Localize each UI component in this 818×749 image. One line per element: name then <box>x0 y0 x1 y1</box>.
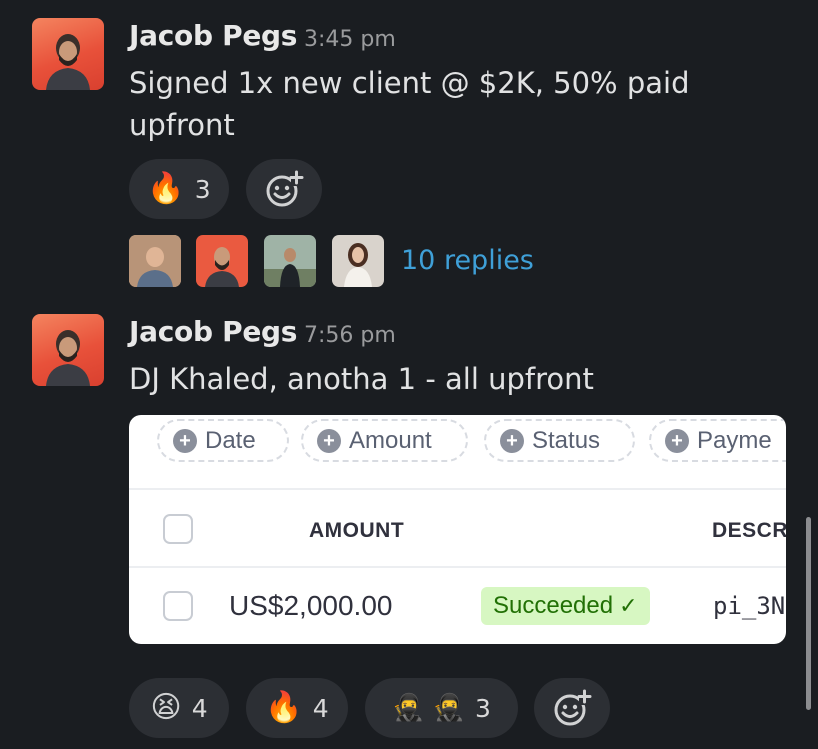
filter-chip-date: + Date <box>157 419 289 462</box>
filter-chip-status: + Status <box>484 419 635 462</box>
message-text-line: Signed 1x new client @ $2K, 50% paid <box>129 66 690 100</box>
column-header-amount: AMOUNT <box>309 519 405 542</box>
thread-participant-avatar <box>332 235 384 287</box>
divider <box>129 566 786 568</box>
add-reaction-icon <box>554 689 592 726</box>
scrollbar[interactable] <box>806 517 811 710</box>
payment-amount: US$2,000.00 <box>229 590 393 621</box>
filter-chip-label: Date <box>205 426 256 454</box>
reaction-fire[interactable]: 🔥 4 <box>246 678 348 738</box>
message-text-line: upfront <box>129 108 235 142</box>
fire-emoji-icon: 🔥 <box>147 171 185 206</box>
author-avatar[interactable] <box>32 314 104 386</box>
thread-participant-avatar <box>196 235 248 287</box>
divider <box>129 488 786 490</box>
message-timestamp[interactable]: 7:56 pm <box>304 323 396 348</box>
payment-description: pi_3N <box>713 592 786 620</box>
check-icon: ✓ <box>619 593 638 618</box>
thread-participant-avatar <box>129 235 181 287</box>
add-reaction-icon <box>266 170 304 207</box>
ninja-emoji-icon: 🥷 🥷 <box>392 693 466 723</box>
fire-emoji-icon: 🔥 <box>265 690 303 725</box>
plus-circle-icon: + <box>500 428 524 453</box>
reaction-count: 3 <box>194 174 211 204</box>
author-avatar[interactable] <box>32 18 104 90</box>
reaction-count: 4 <box>191 693 208 723</box>
reaction-tired-face[interactable]: 😫 4 <box>129 678 229 738</box>
add-reaction-button[interactable] <box>246 159 322 219</box>
thread-replies-link[interactable]: 10 replies <box>401 245 534 276</box>
filter-chip-label: Status <box>532 426 601 454</box>
filter-chip-amount: + Amount <box>301 419 468 462</box>
author-name[interactable]: Jacob Pegs <box>129 19 297 52</box>
filter-chip-label: Payme <box>697 426 772 454</box>
row-checkbox <box>163 591 193 621</box>
message-text: DJ Khaled, anotha 1 - all upfront <box>129 362 594 396</box>
status-badge: Succeeded ✓ <box>481 587 650 625</box>
message-timestamp[interactable]: 3:45 pm <box>304 27 396 52</box>
reaction-fire[interactable]: 🔥 3 <box>129 159 229 219</box>
tired-face-emoji-icon: 😫 <box>150 690 182 725</box>
column-header-description: DESCR <box>712 519 786 542</box>
filter-chip-label: Amount <box>349 426 432 454</box>
select-all-checkbox <box>163 514 193 544</box>
author-name[interactable]: Jacob Pegs <box>129 315 297 348</box>
reaction-count: 4 <box>312 693 329 723</box>
add-reaction-button[interactable] <box>534 678 610 738</box>
plus-circle-icon: + <box>665 428 689 453</box>
thread-participant-avatar <box>264 235 316 287</box>
plus-circle-icon: + <box>317 428 341 453</box>
reaction-ninja[interactable]: 🥷 🥷 3 <box>365 678 518 738</box>
attached-screenshot[interactable]: + Date + Amount + Status + Payme AMOUNT … <box>129 415 786 644</box>
status-label: Succeeded <box>493 592 614 619</box>
filter-chip-payment: + Payme <box>649 419 786 462</box>
plus-circle-icon: + <box>173 428 197 453</box>
reaction-count: 3 <box>475 693 491 723</box>
